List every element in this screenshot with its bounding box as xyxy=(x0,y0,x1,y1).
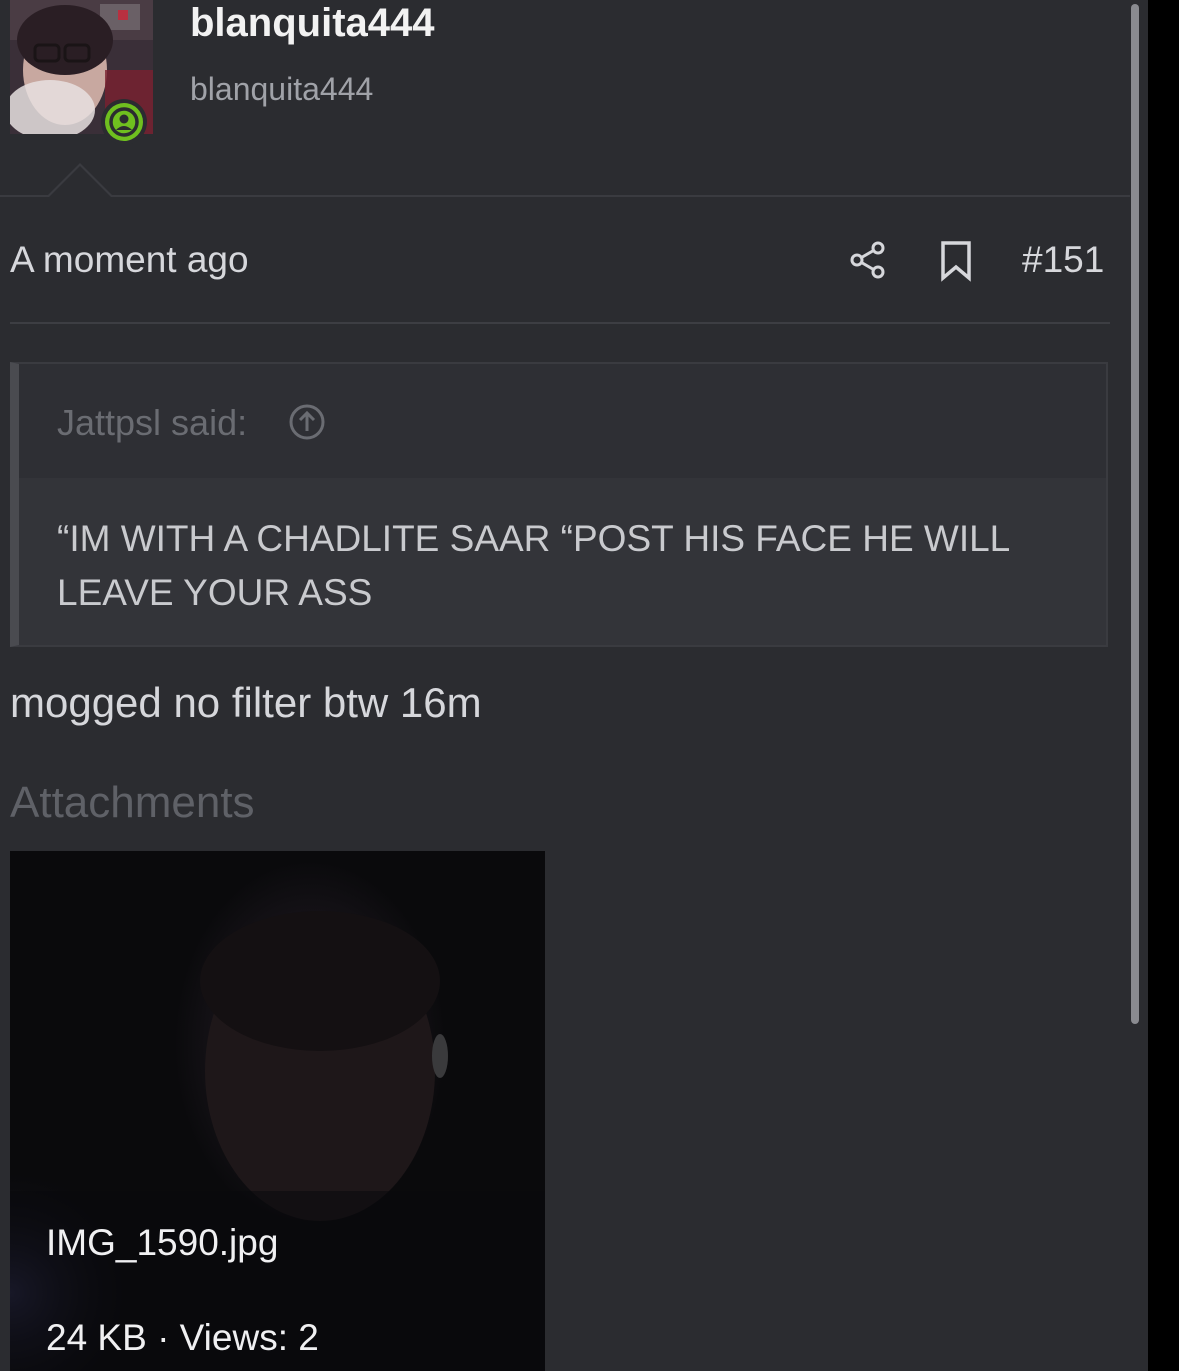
attachment-meta: 24 KB · Views: 2 xyxy=(46,1317,319,1358)
online-status-badge xyxy=(101,99,147,145)
user-title: blanquita444 xyxy=(190,71,374,107)
post-number-link[interactable]: #151 xyxy=(1022,238,1104,282)
user-header: blanquita444 blanquita444 xyxy=(0,0,1130,197)
post-message: mogged no filter btw 16m xyxy=(10,679,482,726)
online-person-icon xyxy=(109,107,139,137)
attachment-card[interactable]: IMG_1590.jpg 24 KB · Views: 2 xyxy=(10,851,545,1371)
username[interactable]: blanquita444 xyxy=(190,0,435,46)
post-meta-row: A moment ago #151 xyxy=(10,230,1110,290)
quote-author[interactable]: Jattpsl said: xyxy=(57,402,247,444)
post-timestamp[interactable]: A moment ago xyxy=(10,238,249,282)
page: blanquita444 blanquita444 A moment ago #… xyxy=(0,0,1179,1371)
attachments-heading: Attachments xyxy=(10,778,255,827)
attachment-filename[interactable]: IMG_1590.jpg xyxy=(46,1221,278,1265)
quote-body: “IM WITH A CHADLITE SAAR “POST HIS FACE … xyxy=(19,478,1106,645)
forum-post: blanquita444 blanquita444 A moment ago #… xyxy=(0,0,1148,1371)
quote-header: Jattpsl said: xyxy=(19,364,1106,478)
bookmark-icon[interactable] xyxy=(938,240,974,282)
quote-text: “IM WITH A CHADLITE SAAR “POST HIS FACE … xyxy=(57,518,1009,613)
arrow-up-circle-icon[interactable] xyxy=(287,402,327,442)
divider xyxy=(10,322,1110,324)
share-icon[interactable] xyxy=(848,240,888,280)
quote-block: Jattpsl said: “IM WITH A CHADLITE SAAR “… xyxy=(10,362,1108,647)
scrollbar-thumb[interactable] xyxy=(1131,4,1139,1024)
